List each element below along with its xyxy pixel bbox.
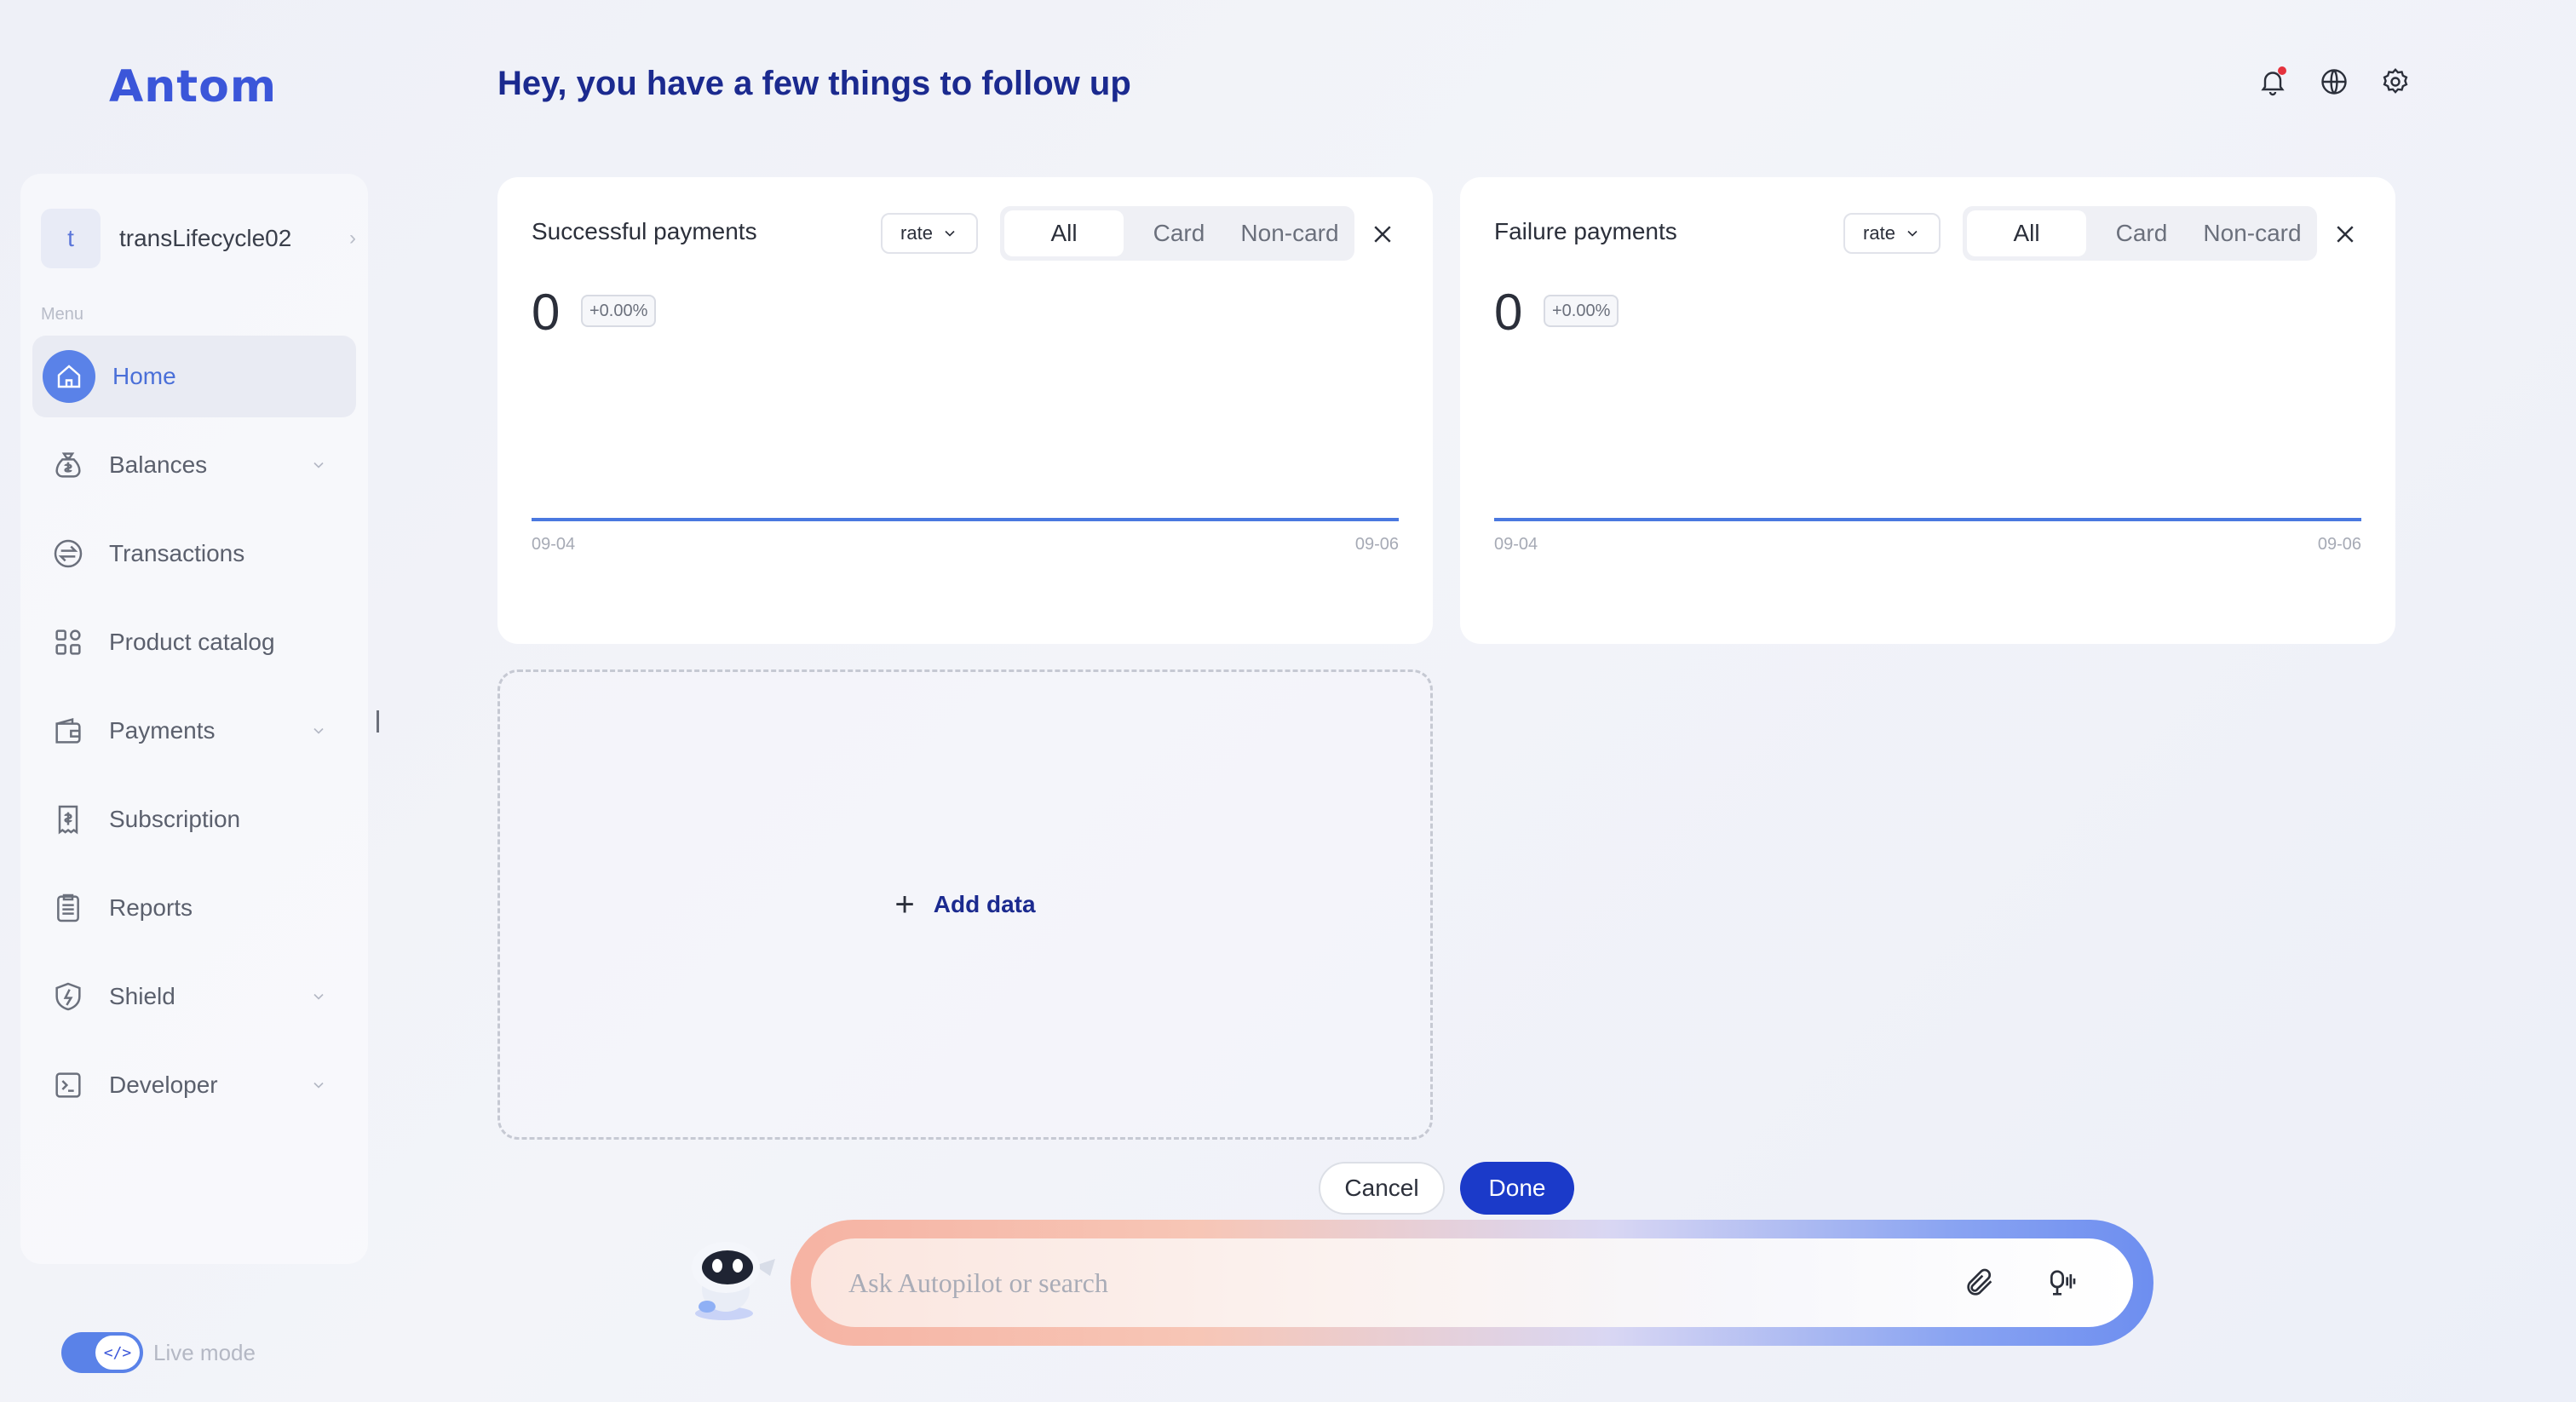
sidebar-item-label: Product catalog — [109, 629, 275, 655]
trend-chart: 09-04 09-06 — [1494, 518, 2361, 586]
chevron-down-icon — [313, 462, 324, 468]
sidebar-item-product-catalog[interactable]: Product catalog — [32, 601, 356, 683]
shield-icon — [49, 978, 87, 1015]
x-tick-label: 09-04 — [1494, 535, 1538, 554]
payment-type-tabs: All Card Non-card — [1963, 206, 2317, 261]
cancel-button[interactable]: Cancel — [1319, 1162, 1445, 1215]
card-title: Successful payments — [532, 218, 757, 244]
settings-gear-icon[interactable] — [2380, 66, 2411, 97]
account-name: transLifecycle02 — [119, 225, 292, 251]
paperclip-icon[interactable] — [1963, 1266, 1997, 1300]
tab-card[interactable]: Card — [2086, 210, 2197, 256]
chevron-down-icon — [313, 1082, 324, 1089]
live-mode-label: Live mode — [153, 1339, 256, 1365]
sidebar-item-balances[interactable]: Balances — [32, 424, 356, 506]
search-input[interactable]: Ask Autopilot or search — [811, 1238, 2133, 1327]
close-icon[interactable] — [1370, 221, 1395, 247]
failure-payments-card: Failure payments rate All Card Non-card … — [1460, 177, 2395, 644]
sidebar-item-developer[interactable]: Developer — [32, 1044, 356, 1126]
sidebar-item-subscription[interactable]: Subscription — [32, 779, 356, 860]
search-placeholder: Ask Autopilot or search — [848, 1267, 1108, 1298]
sidebar-item-reports[interactable]: Reports — [32, 867, 356, 949]
sidebar-item-label: Developer — [109, 1072, 218, 1098]
search-actions — [1963, 1266, 2079, 1300]
exchange-icon — [49, 535, 87, 572]
autopilot-search-bar: Ask Autopilot or search — [791, 1220, 2153, 1346]
close-icon[interactable] — [2332, 221, 2358, 247]
globe-icon[interactable] — [2319, 66, 2349, 97]
sidebar-item-label: Subscription — [109, 806, 241, 832]
menu-section-label: Menu — [41, 305, 84, 324]
sidebar-item-label: Reports — [109, 894, 193, 921]
receipt-icon — [49, 801, 87, 838]
sidebar-item-label: Shield — [109, 983, 175, 1009]
chevron-right-icon: › — [349, 227, 356, 250]
metric-select-value: rate — [1863, 222, 1895, 244]
chevron-down-icon — [945, 230, 955, 237]
autopilot-robot-icon[interactable] — [673, 1237, 784, 1322]
money-bag-icon — [49, 446, 87, 484]
x-tick-label: 09-06 — [1354, 535, 1399, 554]
trend-chart: 09-04 09-06 — [532, 518, 1399, 586]
sidebar-item-payments[interactable]: Payments — [32, 690, 356, 772]
header-actions — [2257, 66, 2411, 97]
change-badge: +0.00% — [581, 295, 657, 327]
metric-value: 0 — [532, 284, 561, 341]
sidebar: t transLifecycle02 › Menu Home Balances … — [20, 174, 368, 1264]
tab-non-card[interactable]: Non-card — [1234, 210, 1345, 256]
tab-non-card[interactable]: Non-card — [2197, 210, 2308, 256]
voice-input-icon[interactable] — [2044, 1266, 2079, 1300]
terminal-icon — [49, 1066, 87, 1104]
sidebar-menu: Home Balances Transactions Product catal… — [32, 336, 356, 1133]
trend-line — [1494, 518, 2361, 521]
sidebar-item-home[interactable]: Home — [32, 336, 356, 417]
sidebar-item-shield[interactable]: Shield — [32, 956, 356, 1037]
chevron-down-icon — [313, 727, 324, 734]
chevron-down-icon — [313, 993, 324, 1000]
sidebar-item-label: Home — [112, 363, 176, 389]
tab-card[interactable]: Card — [1124, 210, 1234, 256]
change-badge: +0.00% — [1544, 295, 1619, 327]
code-icon: </> — [95, 1336, 140, 1370]
chevron-down-icon — [1907, 230, 1918, 237]
sidebar-item-label: Transactions — [109, 540, 245, 566]
sidebar-item-label: Balances — [109, 451, 208, 478]
metric-select[interactable]: rate — [1843, 213, 1941, 254]
metric-select-value: rate — [900, 222, 933, 244]
card-title: Failure payments — [1494, 218, 1677, 244]
x-tick-label: 09-04 — [532, 535, 576, 554]
metric-value: 0 — [1494, 284, 1523, 341]
trend-line — [532, 518, 1399, 521]
sidebar-resize-handle[interactable] — [377, 710, 379, 733]
payment-type-tabs: All Card Non-card — [1000, 206, 1354, 261]
page-title: Hey, you have a few things to follow up — [497, 65, 1131, 102]
metric-select[interactable]: rate — [881, 213, 978, 254]
notification-bell-icon[interactable] — [2257, 66, 2288, 97]
tab-all[interactable]: All — [1004, 210, 1124, 256]
add-data-label: Add data — [933, 891, 1036, 917]
plus-icon: + — [894, 885, 915, 923]
successful-payments-card: Successful payments rate All Card Non-ca… — [497, 177, 1433, 644]
antom-logo[interactable]: Antom — [109, 61, 277, 112]
live-mode-toggle[interactable]: </> — [61, 1332, 143, 1373]
sidebar-item-label: Payments — [109, 717, 216, 744]
account-avatar: t — [41, 209, 101, 268]
live-mode-switch[interactable]: </> Live mode — [61, 1332, 256, 1373]
x-tick-label: 09-06 — [2317, 535, 2361, 554]
tab-all[interactable]: All — [1967, 210, 2086, 256]
home-icon — [43, 350, 95, 403]
wallet-icon — [49, 712, 87, 750]
sidebar-item-transactions[interactable]: Transactions — [32, 513, 356, 595]
add-data-button[interactable]: + Add data — [894, 886, 1035, 924]
notification-dot — [2278, 66, 2286, 75]
grid-icon — [49, 623, 87, 661]
done-button[interactable]: Done — [1460, 1162, 1574, 1215]
clipboard-icon — [49, 889, 87, 927]
account-switcher[interactable]: t transLifecycle02 › — [41, 208, 356, 269]
add-data-card[interactable]: + Add data — [497, 669, 1433, 1140]
